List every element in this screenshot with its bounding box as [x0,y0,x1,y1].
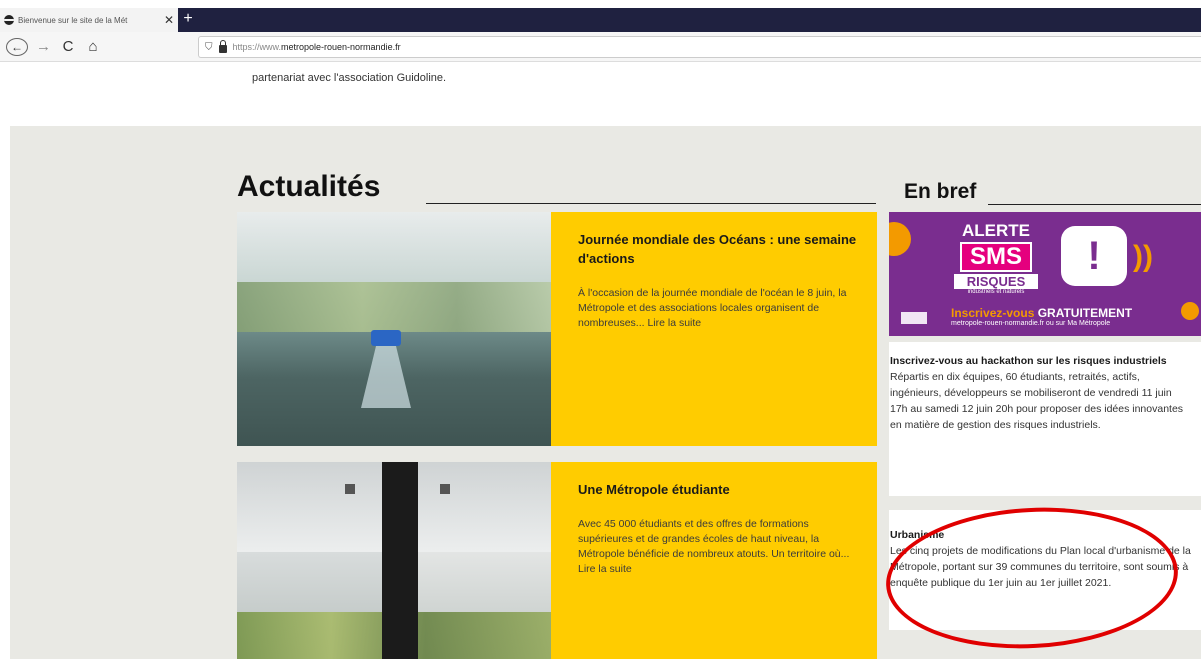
actualites-heading: Actualités [237,170,381,203]
back-button[interactable]: ← [6,38,28,56]
news-card[interactable]: Journée mondiale des Océans : une semain… [237,212,877,446]
brief-card[interactable]: Inscrivez-vous au hackathon sur les risq… [889,342,1201,496]
news-card[interactable]: Une Métropole étudiante Avec 45 000 étud… [237,462,877,659]
banner-cta-prefix: Inscrivez-vous [951,306,1038,320]
brief-title[interactable]: Inscrivez-vous au hackathon sur les risq… [890,354,1191,369]
orange-circle-decoration [889,222,911,256]
home-button[interactable]: ⌂ [85,38,101,56]
tab-bar: Bienvenue sur le site de la Mét ✕ + [0,8,1201,32]
news-excerpt: Avec 45 000 étudiants et des offres de f… [578,518,850,575]
bottle-cap [371,330,401,346]
url-text[interactable]: https://www.metropole-rouen-normandie.fr [233,42,401,52]
banner-risques-subtitle: industriels et naturels [967,289,1025,295]
signal-waves-icon: )) [1133,240,1153,273]
image-window [440,484,450,494]
url-domain: metropole-rouen-normandie.fr [281,42,401,52]
news-title[interactable]: Une Métropole étudiante [578,480,859,499]
banner-url: metropole-rouen-normandie.fr ou sur Ma M… [951,320,1111,327]
campus-image[interactable] [237,462,551,659]
tab-close-icon[interactable]: ✕ [164,13,174,27]
banner-alerte-text: ALERTE [962,221,1030,240]
actualites-divider [426,203,876,204]
partner-logo-icon [901,312,927,324]
sms-alert-logo: ALERTE SMS RISQUES industriels et nature… [945,222,1047,302]
brief-text: Répartis en dix équipes, 60 étudiants, r… [890,371,1184,431]
banner-sms-text: SMS [959,242,1032,272]
url-bar[interactable]: ⛉ https://www.metropole-rouen-normandie.… [198,36,1201,58]
url-prefix: https://www. [232,42,282,52]
news-card-body: Une Métropole étudiante Avec 45 000 étud… [551,462,877,659]
lock-icon[interactable] [218,39,227,53]
ocean-bottle-image[interactable] [237,212,551,446]
enbref-divider [988,204,1201,205]
banner-cta: Inscrivez-vous GRATUITEMENT [951,306,1132,320]
news-excerpt: À l'occasion de la journée mondiale de l… [578,287,847,329]
tab-title: Bienvenue sur le site de la Mét [18,15,128,25]
phone-alert-icon: ! [1061,226,1127,286]
brief-title[interactable]: Urbanisme [890,528,1191,543]
image-window [345,484,355,494]
brief-card[interactable]: Urbanisme Les cinq projets de modificati… [889,510,1201,630]
sms-alert-banner[interactable]: ALERTE SMS RISQUES industriels et nature… [889,212,1201,336]
enbref-heading: En bref [904,180,977,203]
orange-circle-decoration [1181,302,1199,320]
site-favicon-icon [4,15,14,25]
banner-cta-bold: GRATUITEMENT [1037,306,1133,320]
image-pillar [382,462,418,659]
tracking-shield-icon[interactable]: ⛉ [205,42,213,53]
forward-button[interactable]: → [36,38,51,56]
browser-tab[interactable]: Bienvenue sur le site de la Mét ✕ [0,8,178,32]
news-card-body: Journée mondiale des Océans : une semain… [551,212,877,446]
new-tab-button[interactable]: + [180,8,196,32]
plastic-bottle-image [357,330,415,410]
brief-text: Les cinq projets de modifications du Pla… [890,545,1191,589]
reload-button[interactable]: C [60,38,76,56]
bottle-body [361,346,411,408]
news-title[interactable]: Journée mondiale des Océans : une semain… [578,230,859,268]
banner-risques-text: RISQUES [954,274,1038,289]
intro-text: partenariat avec l'association Guidoline… [252,72,447,84]
navigation-bar: ← → C ⌂ ⛉ https://www.metropole-rouen-no… [0,32,1201,62]
